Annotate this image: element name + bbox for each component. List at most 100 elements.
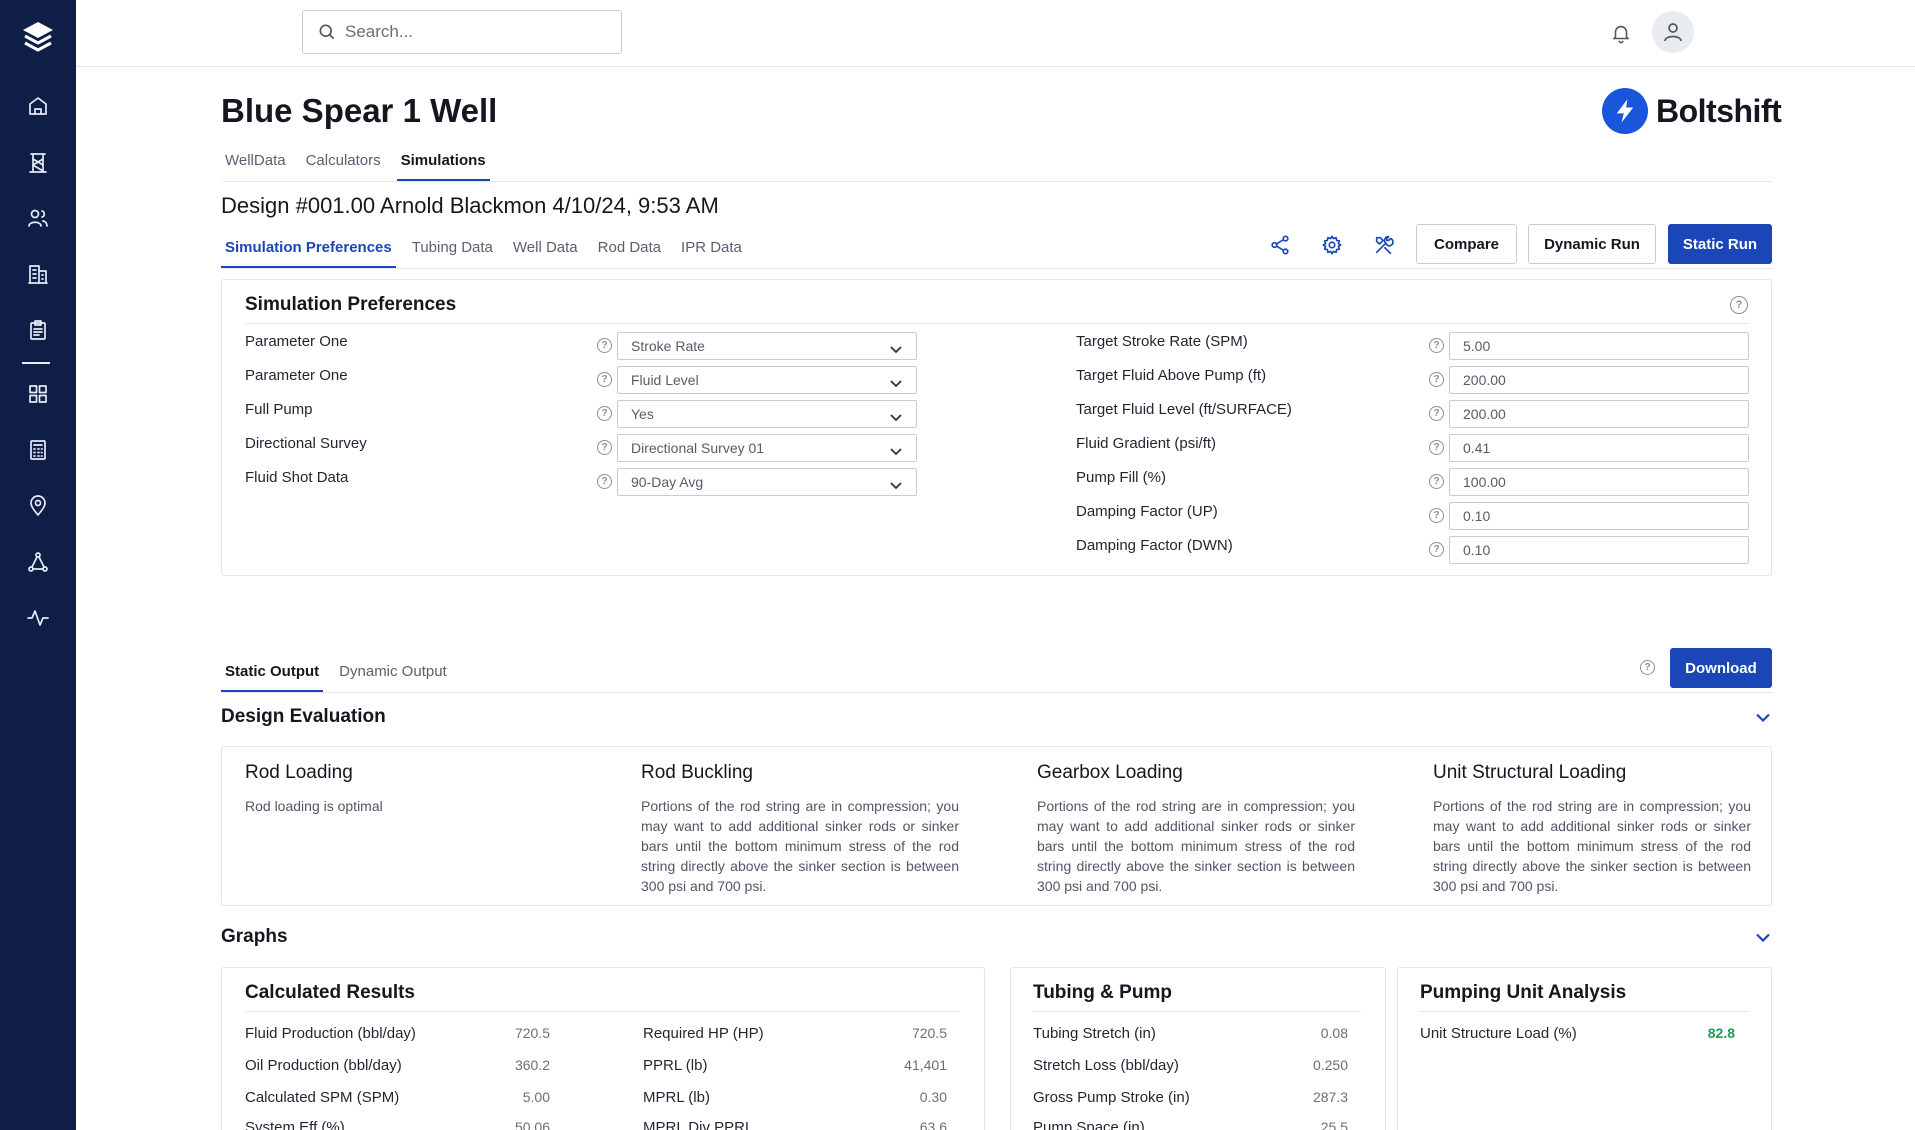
target-fluid-above-pump-input[interactable]	[1449, 366, 1749, 394]
help-icon[interactable]: ?	[597, 338, 612, 353]
chevron-down-icon[interactable]	[1753, 707, 1773, 727]
help-icon[interactable]: ?	[1429, 542, 1444, 557]
share-icon[interactable]	[1265, 230, 1295, 260]
brand-logo: Boltshift	[1602, 88, 1782, 134]
target-fluid-level-input[interactable]	[1449, 400, 1749, 428]
pref-label: Parameter One	[245, 367, 348, 384]
tab-dynamic-output[interactable]: Dynamic Output	[335, 656, 451, 692]
oil-rig-icon[interactable]	[22, 147, 54, 179]
help-icon[interactable]: ?	[1429, 508, 1444, 523]
home-icon[interactable]	[22, 90, 54, 122]
tools-icon[interactable]	[1369, 230, 1399, 260]
tab-tubing-data[interactable]: Tubing Data	[408, 232, 497, 268]
panel-divider	[1076, 323, 1748, 324]
tab-simulations[interactable]: Simulations	[396, 145, 490, 181]
fluid-shot-data-select[interactable]: 90-Day Avg	[617, 468, 917, 496]
evaluation-title: Rod Loading	[245, 762, 353, 783]
result-label: Stretch Loss (bbl/day)	[1033, 1057, 1179, 1074]
result-label: PPRL (lb)	[643, 1057, 708, 1074]
parameter-one-select[interactable]: Stroke Rate	[617, 332, 917, 360]
compare-button[interactable]: Compare	[1416, 224, 1517, 264]
tab-welldata[interactable]: WellData	[221, 145, 290, 181]
select-value: Fluid Level	[631, 372, 699, 388]
help-icon[interactable]: ?	[597, 372, 612, 387]
tab-calculators[interactable]: Calculators	[302, 145, 385, 181]
search-icon	[319, 24, 335, 40]
pref-label: Target Fluid Level (ft/SURFACE)	[1076, 401, 1292, 418]
brand-name: Boltshift	[1656, 92, 1782, 129]
pref-label: Fluid Gradient (psi/ft)	[1076, 435, 1217, 452]
tab-well-data[interactable]: Well Data	[509, 232, 582, 268]
help-icon[interactable]: ?	[1429, 474, 1444, 489]
preferences-title: Simulation Preferences	[245, 294, 457, 315]
download-button[interactable]: Download	[1670, 648, 1772, 688]
chevron-down-icon	[890, 443, 902, 456]
page-title: Blue Spear 1 Well	[221, 92, 498, 129]
chevron-down-icon[interactable]	[1753, 927, 1773, 947]
evaluation-title: Rod Buckling	[641, 762, 753, 783]
dynamic-run-button[interactable]: Dynamic Run	[1528, 224, 1656, 264]
network-icon[interactable]	[22, 546, 54, 578]
evaluation-card: Rod Buckling Portions of the rod string …	[641, 762, 959, 896]
help-icon[interactable]: ?	[1429, 372, 1444, 387]
settings-gear-icon[interactable]	[1317, 230, 1347, 260]
chevron-down-icon	[890, 341, 902, 354]
user-avatar-icon[interactable]	[1652, 11, 1694, 53]
result-label: Calculated SPM (SPM)	[245, 1089, 400, 1106]
pump-fill-input[interactable]	[1449, 468, 1749, 496]
search-box[interactable]	[302, 10, 622, 54]
parameter-two-select[interactable]: Fluid Level	[617, 366, 917, 394]
help-icon[interactable]: ?	[1429, 338, 1444, 353]
result-value: 287.3	[1312, 1089, 1348, 1105]
activity-icon[interactable]	[22, 602, 54, 634]
help-icon[interactable]: ?	[597, 474, 612, 489]
design-title: Design #001.00 Arnold Blackmon 4/10/24, …	[221, 193, 719, 218]
damping-factor-up-input[interactable]	[1449, 502, 1749, 530]
static-run-button[interactable]: Static Run	[1668, 224, 1772, 264]
directional-survey-select[interactable]: Directional Survey 01	[617, 434, 917, 462]
clipboard-icon[interactable]	[22, 314, 54, 346]
help-icon[interactable]: ?	[1640, 660, 1655, 675]
evaluation-title: Unit Structural Loading	[1433, 762, 1627, 783]
evaluation-text: Portions of the rod string are in compre…	[641, 798, 959, 894]
bolt-icon	[1602, 88, 1648, 134]
evaluation-text: Rod loading is optimal	[245, 798, 383, 814]
result-value: 25.5	[1320, 1119, 1348, 1130]
building-icon[interactable]	[22, 258, 54, 290]
fluid-gradient-input[interactable]	[1449, 434, 1749, 462]
app-logo-icon[interactable]	[19, 19, 57, 57]
target-stroke-rate-input[interactable]	[1449, 332, 1749, 360]
tab-ipr-data[interactable]: IPR Data	[677, 232, 746, 268]
result-label: Pump Space (in)	[1033, 1119, 1145, 1130]
evaluation-card: Rod Loading Rod loading is optimal	[245, 762, 563, 816]
search-input[interactable]	[345, 22, 605, 42]
result-value: 50.06	[514, 1119, 550, 1130]
help-icon[interactable]: ?	[597, 440, 612, 455]
help-icon[interactable]: ?	[1429, 406, 1444, 421]
panel-divider	[1033, 1011, 1361, 1012]
evaluation-card: Unit Structural Loading Portions of the …	[1433, 762, 1751, 896]
top-bar	[76, 0, 1915, 67]
calculator-icon[interactable]	[22, 434, 54, 466]
tab-static-output[interactable]: Static Output	[221, 656, 324, 692]
evaluation-text: Portions of the rod string are in compre…	[1037, 798, 1355, 894]
help-icon[interactable]: ?	[1730, 296, 1748, 314]
result-value: 41,401	[904, 1057, 947, 1073]
result-value: 63.6	[919, 1119, 947, 1130]
result-label: Fluid Production (bbl/day)	[245, 1025, 416, 1042]
result-value: 360.2	[514, 1057, 550, 1073]
result-label: Gross Pump Stroke (in)	[1033, 1089, 1190, 1106]
evaluation-text: Portions of the rod string are in compre…	[1433, 798, 1751, 894]
graphs-title: Graphs	[221, 926, 288, 947]
users-icon[interactable]	[22, 202, 54, 234]
help-icon[interactable]: ?	[1429, 440, 1444, 455]
result-value: 0.250	[1312, 1057, 1348, 1073]
help-icon[interactable]: ?	[597, 406, 612, 421]
tab-rod-data[interactable]: Rod Data	[594, 232, 665, 268]
tab-simulation-preferences[interactable]: Simulation Preferences	[221, 232, 396, 268]
location-pin-icon[interactable]	[22, 490, 54, 522]
damping-factor-down-input[interactable]	[1449, 536, 1749, 564]
notification-bell-icon[interactable]	[1606, 18, 1636, 48]
full-pump-select[interactable]: Yes	[617, 400, 917, 428]
grid-icon[interactable]	[22, 378, 54, 410]
